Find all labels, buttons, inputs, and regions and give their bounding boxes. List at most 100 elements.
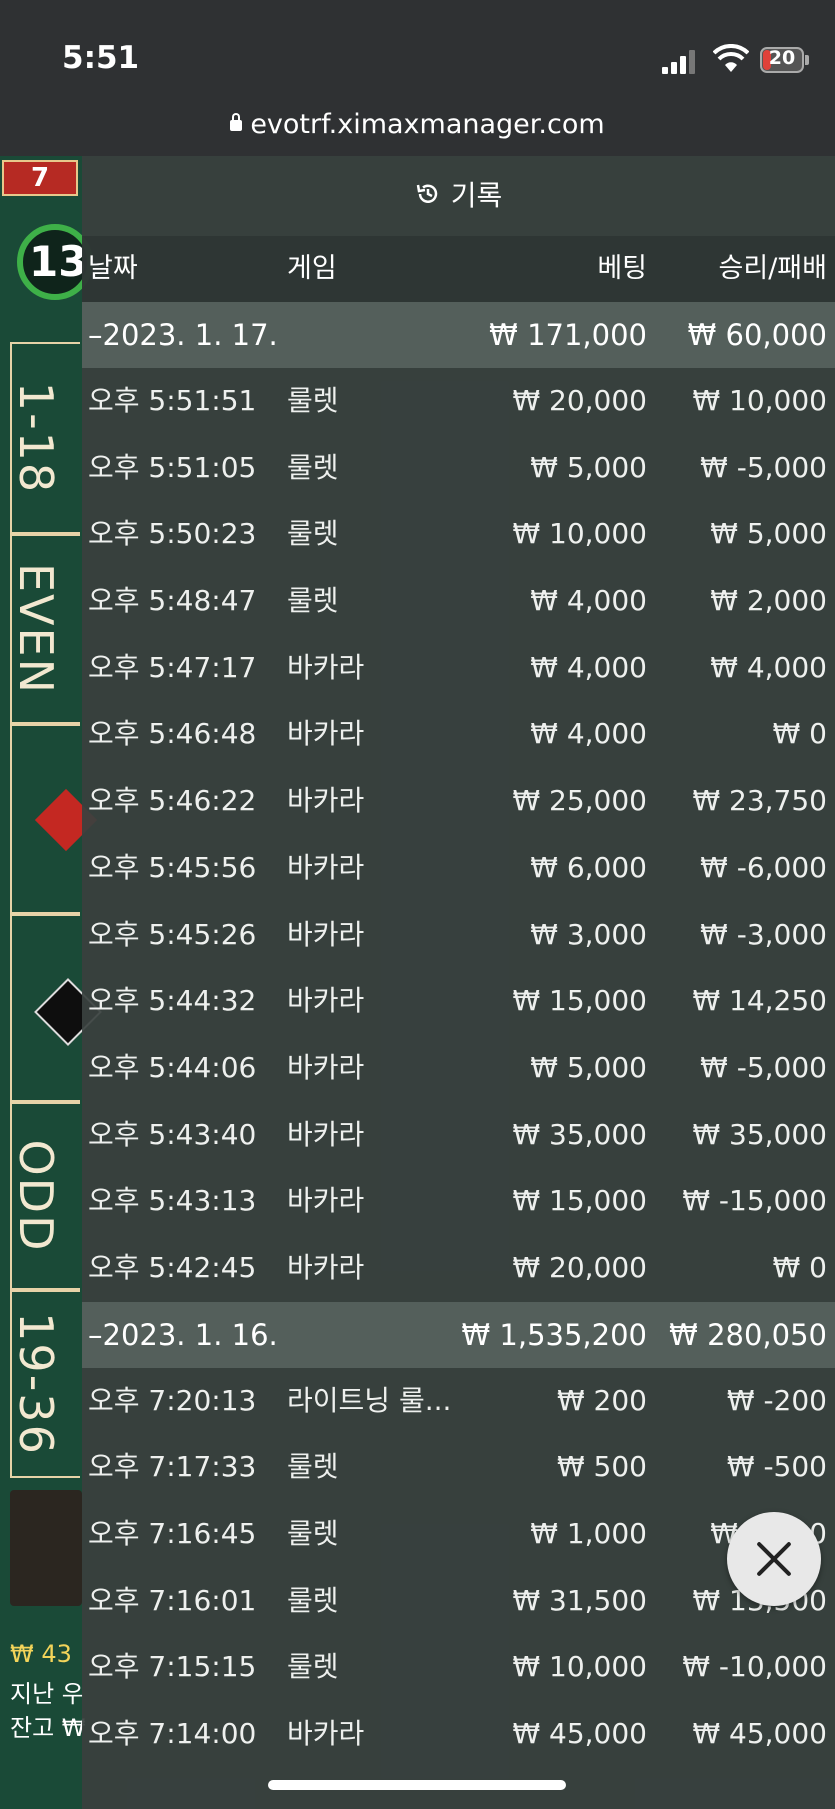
row-result: ₩ 0	[772, 1250, 827, 1284]
table-row[interactable]: 오후 5:42:45 바카라 ₩ 20,000 ₩ 0	[82, 1235, 835, 1302]
column-bet: 베팅	[597, 253, 647, 284]
row-result: ₩ -10,000	[682, 1650, 827, 1684]
bet-spot-label: ODD	[9, 1139, 64, 1253]
balance-amount: ₩ 43	[10, 1640, 72, 1668]
row-game: 바카라	[287, 1717, 365, 1751]
row-bet: ₩ 200	[556, 1383, 647, 1417]
row-bet: ₩ 35,000	[512, 1117, 647, 1151]
row-bet: ₩ 10,000	[512, 517, 647, 551]
table-row[interactable]: 오후 5:46:48 바카라 ₩ 4,000 ₩ 0	[82, 701, 835, 768]
wifi-icon	[713, 44, 749, 72]
table-row[interactable]: 오후 5:45:26 바카라 ₩ 3,000 ₩ -3,000	[82, 902, 835, 969]
last-number-badge: 7	[2, 160, 78, 196]
row-bet: ₩ 25,000	[512, 784, 647, 818]
game-thumbnail[interactable]	[10, 1490, 82, 1606]
bet-spot-label: 19-36	[9, 1312, 64, 1456]
row-result: ₩ 35,000	[692, 1117, 827, 1151]
url-text: evotrf.ximaxmanager.com	[250, 109, 605, 140]
row-bet: ₩ 3,000	[530, 917, 647, 951]
row-result: ₩ 2,000	[710, 584, 827, 618]
bet-spot-label: EVEN	[9, 562, 64, 696]
close-button[interactable]	[727, 1512, 821, 1606]
row-time: 오후 5:45:56	[88, 850, 257, 884]
table-row[interactable]: 오후 7:20:13 라이트닝 룰... ₩ 200 ₩ -200	[82, 1368, 835, 1435]
table-row[interactable]: 오후 5:51:05 룰렛 ₩ 5,000 ₩ -5,000	[82, 435, 835, 502]
row-time: 오후 7:20:13	[88, 1383, 257, 1417]
row-result: ₩ -6,000	[700, 850, 827, 884]
row-result: ₩ -15,000	[682, 1184, 827, 1218]
table-row[interactable]: 오후 5:46:22 바카라 ₩ 25,000 ₩ 23,750	[82, 768, 835, 835]
row-game: 라이트닝 룰...	[287, 1383, 452, 1417]
table-row[interactable]: 오후 5:50:23 룰렛 ₩ 10,000 ₩ 5,000	[82, 501, 835, 568]
row-result: ₩ 5,000	[710, 517, 827, 551]
column-date: 날짜	[88, 253, 138, 284]
bet-spot-black[interactable]	[10, 914, 102, 1102]
bet-spot-red[interactable]	[10, 724, 98, 914]
row-result: ₩ 23,750	[692, 784, 827, 818]
table-row[interactable]: 오후 5:44:32 바카라 ₩ 15,000 ₩ 14,250	[82, 968, 835, 1035]
panel-header: 기록	[82, 156, 835, 236]
bet-spot-19-36[interactable]: 19-36	[9, 1290, 80, 1478]
panel-title: 기록	[450, 179, 503, 212]
row-time: 오후 7:16:45	[88, 1517, 257, 1550]
row-bet: ₩ 45,000	[512, 1717, 647, 1751]
home-indicator[interactable]	[268, 1780, 566, 1790]
date-group-header[interactable]: –2023. 1. 16. ₩ 1,535,200 ₩ 280,050	[82, 1301, 835, 1368]
table-row[interactable]: 오후 5:43:40 바카라 ₩ 35,000 ₩ 35,000	[82, 1102, 835, 1169]
row-result: ₩ -5,000	[700, 450, 827, 484]
bet-spot-1-18[interactable]: 1-18	[9, 342, 80, 534]
table-row[interactable]: 오후 7:16:45룰렛₩ 1,000₩ 2,000	[82, 1501, 835, 1568]
table-header: 날짜 게임 베팅 승리/패배	[82, 236, 835, 302]
table-row[interactable]: 오후 5:47:17 바카라 ₩ 4,000 ₩ 4,000	[82, 635, 835, 702]
row-time: 오후 7:16:01	[88, 1583, 257, 1617]
table-row[interactable]: 오후 5:44:06 바카라 ₩ 5,000 ₩ -5,000	[82, 1035, 835, 1102]
row-result: ₩ 45,000	[692, 1717, 827, 1751]
row-time: 오후 7:17:33	[88, 1450, 257, 1484]
row-game: 바카라	[287, 1184, 365, 1218]
row-time: 오후 5:43:13	[88, 1184, 257, 1218]
table-row[interactable]: 오후 5:51:51 룰렛 ₩ 20,000 ₩ 10,000	[82, 368, 835, 435]
lock-icon	[230, 113, 243, 131]
table-row[interactable]: 오후 7:15:15 룰렛 ₩ 10,000 ₩ -10,000	[82, 1634, 835, 1701]
row-bet: ₩ 1,000	[530, 1517, 647, 1550]
row-time: 오후 5:44:32	[88, 984, 257, 1018]
row-bet: ₩ 4,000	[530, 584, 647, 618]
bet-spot-odd[interactable]: ODD	[9, 1102, 80, 1290]
row-game: 룰렛	[287, 584, 339, 618]
bet-spot-even[interactable]: EVEN	[9, 534, 80, 724]
table-row[interactable]: 오후 7:17:33 룰렛 ₩ 500 ₩ -500	[82, 1434, 835, 1501]
row-bet: ₩ 4,000	[530, 717, 647, 751]
row-bet: ₩ 20,000	[512, 384, 647, 417]
row-time: 오후 5:45:26	[88, 917, 257, 951]
row-game: 룰렛	[287, 517, 339, 551]
table-row[interactable]: 오후 5:43:13 바카라 ₩ 15,000 ₩ -15,000	[82, 1168, 835, 1235]
row-game: 바카라	[287, 1117, 365, 1151]
row-game: 바카라	[287, 784, 365, 818]
row-result: ₩ -3,000	[700, 917, 827, 951]
row-game: 바카라	[287, 850, 365, 884]
row-time: 오후 5:46:22	[88, 784, 257, 818]
table-row[interactable]: 오후 5:45:56 바카라 ₩ 6,000 ₩ -6,000	[82, 835, 835, 902]
table-row[interactable]: 오후 7:16:01룰렛₩ 31,500₩ 13,500	[82, 1568, 835, 1635]
history-icon	[416, 184, 437, 203]
group-bet-total: ₩ 171,000	[489, 318, 647, 352]
address-bar[interactable]: evotrf.ximaxmanager.com	[0, 100, 835, 156]
last-win-label: 지난 우	[10, 1680, 84, 1708]
status-time: 5:51	[62, 40, 140, 76]
row-bet: ₩ 15,000	[512, 984, 647, 1018]
row-result: ₩ -500	[726, 1450, 827, 1484]
history-list[interactable]: –2023. 1. 17. ₩ 171,000 ₩ 60,000 오후 5:51…	[82, 302, 835, 1768]
row-bet: ₩ 10,000	[512, 1650, 647, 1684]
bet-spot-label: 1-18	[9, 381, 64, 495]
row-result: ₩ -5,000	[700, 1050, 827, 1084]
history-panel: 기록 날짜 게임 베팅 승리/패배 –2023. 1. 17. ₩ 171,00…	[82, 156, 835, 1809]
row-bet: ₩ 31,500	[512, 1583, 647, 1617]
row-game: 바카라	[287, 650, 365, 684]
date-group-header[interactable]: –2023. 1. 17. ₩ 171,000 ₩ 60,000	[82, 302, 835, 368]
row-game: 바카라	[287, 717, 365, 751]
table-row[interactable]: 오후 7:14:00 바카라 ₩ 45,000 ₩ 45,000	[82, 1701, 835, 1768]
row-time: 오후 5:44:06	[88, 1050, 257, 1084]
group-result-total: ₩ 60,000	[687, 318, 827, 352]
row-result: ₩ 0	[772, 717, 827, 751]
table-row[interactable]: 오후 5:48:47 룰렛 ₩ 4,000 ₩ 2,000	[82, 568, 835, 635]
